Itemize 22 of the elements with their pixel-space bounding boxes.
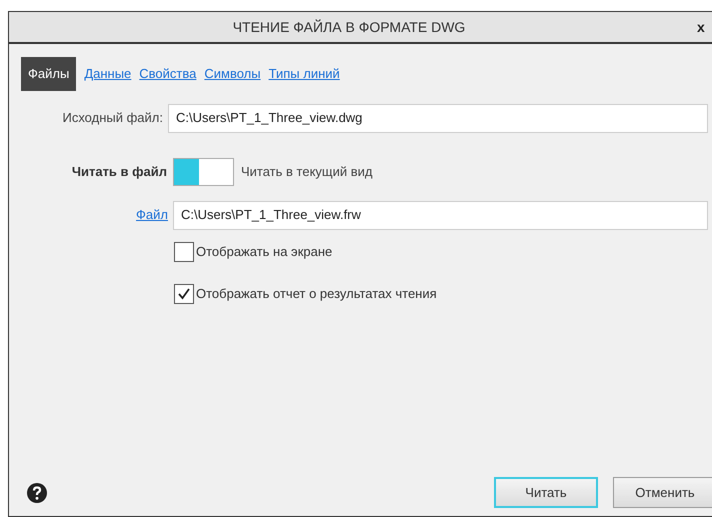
tab[interactable]: Символы [204,57,261,90]
dialog-button[interactable]: Отменить [613,477,712,508]
checkbox-label: Отображать отчет о результатах чтения [196,284,437,303]
field-label: Исходный файл: [61,109,164,128]
window-title: ЧТЕНИЕ ФАЙЛА В ФОРМАТЕ DWG [232,18,466,36]
tab[interactable]: Свойства [139,57,196,90]
checkmark-icon [177,286,191,300]
toggle-right-label: Читать в текущий вид [241,162,372,181]
tab[interactable]: Типы линий [268,57,340,90]
tab[interactable]: Данные [84,57,132,90]
help-icon[interactable] [27,482,47,502]
dialog-button[interactable]: Читать [494,477,598,508]
tab[interactable]: Файлы [21,57,76,90]
checkbox[interactable] [174,284,194,304]
close-button[interactable]: x [697,20,705,34]
source-file-field[interactable]: C:\Users\PT_1_Three_view.dwg [168,104,708,132]
checkbox[interactable] [174,242,194,262]
target-file-field[interactable]: C:\Users\PT_1_Three_view.frw [173,200,708,230]
file-link[interactable]: Файл [136,205,168,225]
toggle-left-label: Читать в файл [70,162,168,181]
toggle-switch[interactable] [173,158,234,186]
checkbox-label: Отображать на экране [196,242,332,261]
